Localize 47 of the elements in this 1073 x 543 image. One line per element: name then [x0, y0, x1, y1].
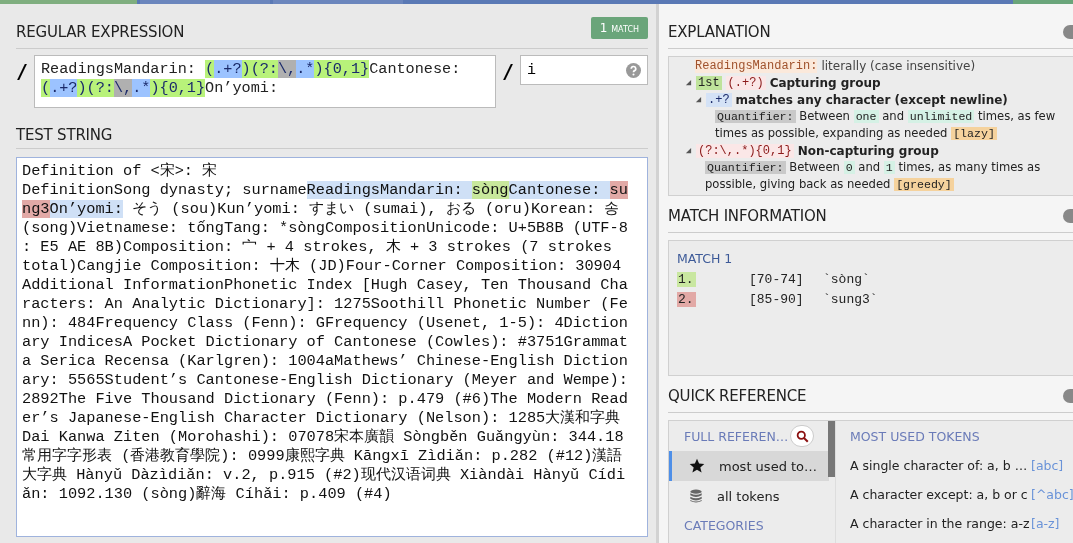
panel-title: EXPLANATION: [668, 23, 771, 41]
regex-delimiter: /: [502, 58, 514, 83]
expand-triangle-icon[interactable]: [685, 147, 692, 154]
collapse-icon[interactable]: [1063, 25, 1073, 39]
group-number-label: 1st: [696, 75, 722, 90]
explanation-title: Non-capturing group: [797, 143, 939, 158]
explanation-text: literally (case insensitive): [821, 58, 976, 73]
collapse-icon[interactable]: [1063, 389, 1073, 403]
quantifier-description: Quantifier: Between one and unlimited times, as few times as possible, expanding as needed [lazy]: [714, 108, 1057, 142]
panel-title: TEST STRING: [16, 126, 113, 144]
group-number: 1.: [677, 271, 696, 287]
test-string-input[interactable]: Definition of <宋>: 宋 DefinitionSong dynasty; surnameReadingsMandarin: sòngCantonese: su ng3On’yomi: そう (sou)Kun’yomi: すまい (sumai), おる (oru)Korean: 송 (song)Vietnamese: tốngTang: *sòngCompositionUnicode: U+5B8B (UTF-8 : E5 AE 8B)Composition: 宀 + 4 strokes, 木 + 3 strokes (7 strokes total)Cangjie Composition: 十木 (JD)Four-Corner Composition: 30904 Additional InformationPhonetic Index [Hugh Casey, Ten Thousand Cha racters: An Analytic Dictionary]: 1275Soothill Phonetic Number (Fe nn): 484Frequency Class (Fenn): GFrequency (Usenet, 1-5): 4Diction ary IndicesA Pocket Dictionary of Cantonese (Cowles): #3751Grammat a Serica Recensa (Karlgren): 1004aMathews’ Chinese-English Diction ary: 5565Student’s Cantonese-English Dictionary (Meyer and Wempe): 2892The Five Thousand Dictionary (Fenn): p.479 (#6)The Modern Read er’s Japanese-English Character Dictionary (Nelson): 1285大漢和字典 Dai Kanwa Ziten (Morohashi): 07078宋本廣韻 Sòngběn Guǎngyùn: 344.18 常用字字形表 (香港教育學院): 0999康熙字典 Kāngxī Zìdiǎn: p.282 (#12)漢語 大字典 Hànyǔ Dàzìdiǎn: v.2, p.915 (#2)现代汉语词典 Xiàndài Hànyǔ Cídi ǎn: 1092.130 (sòng)辭海 Cíhǎi: p.409 (#4): [16, 157, 648, 537]
section-title: MOST USED TOKENS: [850, 427, 981, 446]
help-icon[interactable]: [626, 62, 641, 78]
token-description: A character except: a, b or c: [850, 487, 1025, 502]
expand-triangle-icon[interactable]: [695, 96, 702, 103]
match-count-badge: 1 MATCH: [590, 17, 648, 39]
token-description: A single character of: a, b …: [850, 458, 1025, 473]
match-range: [70-74]: [749, 271, 805, 287]
token-code: .+?: [706, 92, 732, 107]
match-label: MATCH 1: [677, 251, 734, 266]
star-icon: [689, 458, 705, 474]
token-code: ReadingsMandarin:: [695, 58, 818, 73]
explanation-title: Capturing group: [769, 75, 881, 90]
expand-triangle-icon[interactable]: [685, 79, 692, 86]
sidebar-title: FULL REFEREN…: [684, 428, 789, 444]
panel-title: REGULAR EXPRESSION: [16, 23, 185, 41]
token-code: (?:\,.*){0,1}: [696, 143, 794, 158]
database-icon: [689, 488, 703, 504]
regex-delimiter: /: [16, 58, 28, 83]
reference-category-item[interactable]: all tokens: [669, 481, 829, 511]
panel-title: MATCH INFORMATION: [668, 207, 827, 225]
reference-category-item[interactable]: most used to…: [669, 451, 829, 481]
match-value: `sung3`: [823, 291, 878, 307]
collapse-icon[interactable]: [1063, 209, 1073, 223]
match-value: `sòng`: [823, 271, 870, 287]
search-button[interactable]: [790, 425, 815, 447]
token-code: (.+?): [725, 75, 766, 90]
panel-title: QUICK REFERENCE: [668, 387, 807, 405]
group-number: 2.: [677, 291, 696, 307]
match-range: [85-90]: [749, 291, 805, 307]
quantifier-description: Quantifier: Between 0 and 1 times, as many times as possible, giving back as needed [greedy]: [704, 159, 1042, 193]
flags-input[interactable]: i: [520, 55, 648, 85]
scrollbar[interactable]: [828, 421, 835, 477]
explanation-title: matches any character (except newline): [735, 92, 1008, 107]
search-icon: [795, 429, 809, 443]
section-label: CATEGORIES: [683, 517, 765, 533]
